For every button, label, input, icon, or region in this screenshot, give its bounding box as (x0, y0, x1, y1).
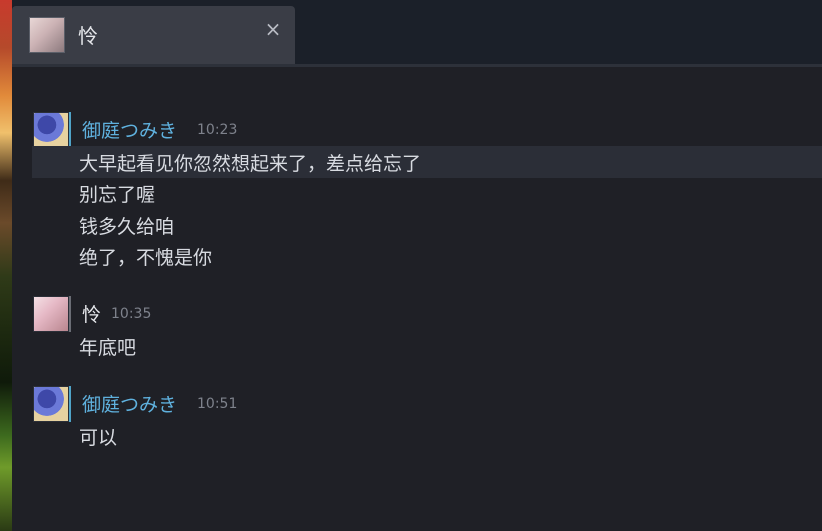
message-text: 年底吧 (79, 337, 137, 359)
timestamp: 10:35 (111, 306, 152, 322)
timestamp: 10:51 (197, 396, 238, 412)
tab-title: 怜 (78, 24, 98, 48)
message-text: 可以 (79, 427, 118, 449)
avatar[interactable] (33, 112, 69, 148)
message-text: 别忘了喔 (79, 184, 156, 206)
message-list[interactable]: 御庭つみき 10:23 大早起看见你忽然想起来了，差点给忘了 别忘了喔 钱多久给… (12, 67, 822, 531)
desktop-wallpaper-strip (0, 0, 12, 531)
timestamp: 10:23 (197, 122, 238, 138)
sender-name[interactable]: 怜 (82, 300, 101, 327)
close-icon[interactable]: × (264, 19, 282, 39)
sender-name[interactable]: 御庭つみき (82, 390, 177, 417)
avatar-status-bar (69, 296, 71, 332)
avatar-status-bar (69, 386, 71, 422)
chat-tab[interactable]: 怜 × (12, 6, 295, 64)
chat-window: 怜 × 御庭つみき 10:23 大早起看见你忽然想起来了，差点给忘了 别忘了喔 … (0, 0, 822, 531)
tab-avatar (29, 17, 65, 53)
avatar[interactable] (33, 386, 69, 422)
message-text: 钱多久给咱 (79, 216, 175, 238)
message-text: 大早起看见你忽然想起来了，差点给忘了 (79, 153, 422, 175)
tab-bar: 怜 × (12, 0, 822, 67)
avatar[interactable] (33, 296, 69, 332)
avatar-status-bar (69, 112, 71, 148)
message-text: 绝了，不愧是你 (79, 247, 213, 269)
sender-name[interactable]: 御庭つみき (82, 116, 177, 143)
